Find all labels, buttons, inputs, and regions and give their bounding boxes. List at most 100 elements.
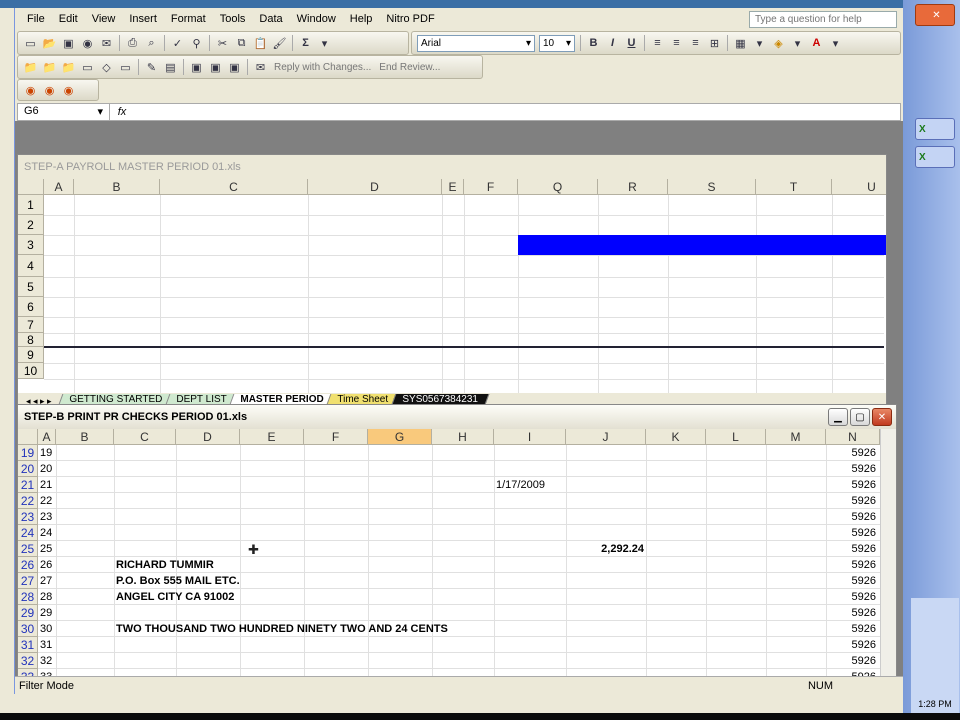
chevron-down-icon[interactable]: ▾	[751, 35, 768, 51]
comment-icon[interactable]: ◇	[98, 59, 115, 75]
clock[interactable]: 1:28 PM	[911, 699, 959, 709]
function-icon[interactable]: fx	[110, 106, 134, 118]
bold-icon[interactable]: B	[585, 35, 602, 51]
gridline	[38, 668, 880, 669]
column-header: H	[432, 429, 494, 445]
ink-icon[interactable]: ▤	[162, 59, 179, 75]
gridline	[44, 363, 884, 364]
taskbar-excel-button[interactable]: X	[915, 118, 955, 140]
chevron-down-icon[interactable]: ▾	[789, 35, 806, 51]
cell-n: 5926	[851, 463, 876, 475]
paste-icon[interactable]: 📋	[252, 35, 269, 51]
format-painter-icon[interactable]: 🖌	[271, 35, 288, 51]
row-header: 20	[18, 461, 38, 477]
align-left-icon[interactable]: ≡	[649, 35, 666, 51]
menu-view[interactable]: View	[85, 13, 123, 25]
gridline	[44, 255, 884, 256]
payroll-master-title-bar[interactable]: STEP-A PAYROLL MASTER PERIOD 01.xls	[18, 155, 886, 179]
nitro-pdf-icon[interactable]: ◉	[41, 82, 58, 98]
print-preview-icon[interactable]: ⌕	[143, 35, 160, 51]
comment-icon[interactable]: ▭	[117, 59, 134, 75]
row-header: 25	[18, 541, 38, 557]
open-icon[interactable]: 📂	[41, 35, 58, 51]
print-icon[interactable]: ⎙	[124, 35, 141, 51]
email-icon[interactable]: ✉	[98, 35, 115, 51]
folder-icon[interactable]: 📁	[41, 59, 58, 75]
gridline	[44, 277, 884, 278]
chevron-down-icon[interactable]: ▾	[316, 35, 333, 51]
font-name-select[interactable]: Arial ▾	[417, 34, 535, 52]
align-right-icon[interactable]: ≡	[687, 35, 704, 51]
cut-icon[interactable]: ✂	[214, 35, 231, 51]
minimize-button[interactable]: ▁	[828, 408, 848, 426]
merge-center-icon[interactable]: ⊞	[706, 35, 723, 51]
reply-with-changes-button[interactable]: Reply with Changes...	[270, 62, 375, 73]
chevron-down-icon[interactable]: ▾	[827, 35, 844, 51]
save-icon[interactable]: ▣	[60, 35, 77, 51]
track-changes-icon[interactable]: ▣	[226, 59, 243, 75]
spelling-icon[interactable]: ✓	[169, 35, 186, 51]
end-review-button[interactable]: End Review...	[375, 62, 444, 73]
select-all-corner	[18, 429, 38, 445]
autosum-icon[interactable]: Σ	[297, 35, 314, 51]
status-bar: Filter Mode NUM	[15, 676, 903, 694]
folder-icon[interactable]: 📁	[22, 59, 39, 75]
name-box[interactable]: G6 ▾	[18, 104, 110, 120]
menu-file[interactable]: File	[15, 13, 52, 25]
menu-nitro-pdf[interactable]: Nitro PDF	[379, 13, 441, 25]
font-color-icon[interactable]: A	[808, 35, 825, 51]
gridline	[706, 445, 707, 677]
column-header: C	[160, 179, 308, 195]
comment-icon[interactable]: ▭	[79, 59, 96, 75]
menu-help[interactable]: Help	[343, 13, 380, 25]
print-checks-title: STEP-B PRINT PR CHECKS PERIOD 01.xls	[24, 411, 248, 423]
nitro-pdf-icon[interactable]: ◉	[22, 82, 39, 98]
close-button[interactable]: ✕	[872, 408, 892, 426]
cell-c27: P.O. Box 555 MAIL ETC.	[116, 575, 240, 587]
taskbar-excel-button[interactable]: X	[915, 146, 955, 168]
cell-n: 5926	[851, 543, 876, 555]
column-header: T	[756, 179, 832, 195]
gridline	[646, 445, 647, 677]
font-size-select[interactable]: 10 ▾	[539, 34, 575, 52]
borders-icon[interactable]: ▦	[732, 35, 749, 51]
folder-icon[interactable]: 📁	[60, 59, 77, 75]
vertical-scrollbar[interactable]	[880, 429, 896, 677]
menu-data[interactable]: Data	[252, 13, 289, 25]
menu-window[interactable]: Window	[290, 13, 343, 25]
gridline	[38, 604, 880, 605]
italic-icon[interactable]: I	[604, 35, 621, 51]
column-header: B	[74, 179, 160, 195]
menu-edit[interactable]: Edit	[52, 13, 85, 25]
chevron-down-icon: ▾	[97, 106, 103, 118]
column-header: D	[176, 429, 240, 445]
track-changes-icon[interactable]: ▣	[207, 59, 224, 75]
formula-bar: G6 ▾ fx	[17, 103, 901, 121]
maximize-button[interactable]: ▢	[850, 408, 870, 426]
menu-tools[interactable]: Tools	[213, 13, 253, 25]
research-icon[interactable]: ⚲	[188, 35, 205, 51]
permission-icon[interactable]: ◉	[79, 35, 96, 51]
menu-insert[interactable]: Insert	[122, 13, 164, 25]
print-checks-grid[interactable]: A B C D E F G H I J K L M N 19 19 5926 20 20 5926 21 21 5926 22…	[18, 429, 880, 677]
close-icon[interactable]: ✕	[915, 4, 955, 26]
menu-format[interactable]: Format	[164, 13, 213, 25]
ink-icon[interactable]: ✎	[143, 59, 160, 75]
new-icon[interactable]: ▭	[22, 35, 39, 51]
cell-n: 5926	[851, 495, 876, 507]
help-search-input[interactable]	[749, 10, 897, 28]
align-center-icon[interactable]: ≡	[668, 35, 685, 51]
payroll-master-grid[interactable]: A B C D E F Q R S T U 1 2 3 4 5 6 7 8 9 10	[18, 179, 886, 393]
track-changes-icon[interactable]: ▣	[188, 59, 205, 75]
column-header: A	[38, 429, 56, 445]
reply-icon[interactable]: ✉	[252, 59, 269, 75]
column-header: B	[56, 429, 114, 445]
nitro-pdf-icon[interactable]: ◉	[60, 82, 77, 98]
cell-n: 5926	[851, 639, 876, 651]
gridline	[38, 588, 880, 589]
formula-input[interactable]	[134, 104, 900, 120]
underline-icon[interactable]: U	[623, 35, 640, 51]
print-checks-title-bar[interactable]: STEP-B PRINT PR CHECKS PERIOD 01.xls ▁ ▢…	[18, 405, 896, 429]
fill-color-icon[interactable]: ◈	[770, 35, 787, 51]
copy-icon[interactable]: ⧉	[233, 35, 250, 51]
